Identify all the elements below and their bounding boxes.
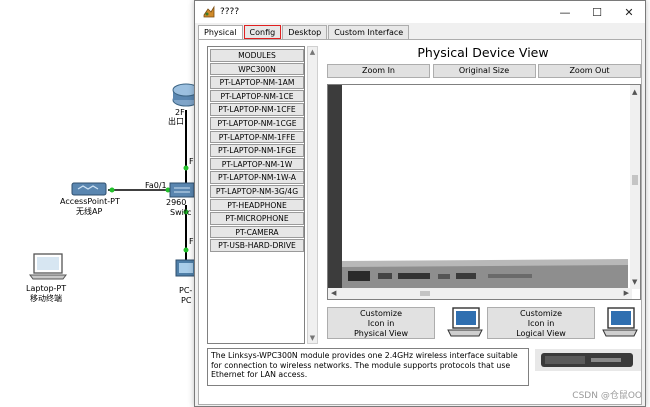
tab-physical[interactable]: Physical — [198, 25, 243, 39]
chevron-down-icon[interactable]: ▼ — [308, 333, 317, 343]
viewer-horizontal-scrollbar[interactable]: ◀ ▶ — [328, 288, 632, 299]
device-window: ???? — ☐ ✕ Physical Config Desktop Custo… — [194, 0, 646, 407]
access-point-icon — [71, 182, 107, 196]
module-item[interactable]: PT-CAMERA — [210, 225, 304, 239]
laptop-label: Laptop-PT — [26, 284, 67, 293]
tab-desktop[interactable]: Desktop — [282, 25, 328, 39]
close-button[interactable]: ✕ — [613, 1, 645, 23]
module-list: MODULES WPC300N PT-LAPTOP-NM-1AM PT-LAPT… — [207, 46, 305, 344]
physical-device-view-title: Physical Device View — [417, 45, 549, 60]
port-label-lower: F — [189, 237, 194, 246]
chevron-up-icon[interactable]: ▲ — [632, 87, 637, 97]
module-item[interactable]: WPC300N — [210, 62, 304, 76]
module-item[interactable]: PT-LAPTOP-NM-1CE — [210, 89, 304, 103]
switch-icon — [169, 182, 195, 198]
module-item[interactable]: PT-LAPTOP-NM-1W-A — [210, 171, 304, 184]
customize-logical-line-2: Icon in — [527, 319, 555, 328]
chevron-up-icon[interactable]: ▲ — [308, 47, 317, 57]
tab-config[interactable]: Config — [243, 25, 282, 39]
link-label: Fa0/1 — [145, 181, 167, 190]
module-description: The Linksys-WPC300N module provides one … — [207, 348, 529, 386]
pc-sublabel: PC — [181, 296, 192, 305]
tab-custom-interface[interactable]: Custom Interface — [328, 25, 410, 39]
module-item[interactable]: PT-HEADPHONE — [210, 198, 304, 212]
window-title: ???? — [220, 7, 240, 17]
chevron-down-icon[interactable]: ▼ — [632, 277, 637, 287]
laptop-topology-icon — [29, 253, 67, 280]
title-bar[interactable]: ???? — ☐ ✕ — [195, 1, 645, 23]
device-viewer[interactable]: ▲ ▼ ◀ ▶ — [327, 84, 641, 300]
switch-label: 2960 — [166, 198, 187, 207]
minimize-button[interactable]: — — [549, 1, 581, 23]
laptop-physical-image — [328, 85, 632, 289]
customize-physical-line-3: Physical View — [353, 329, 409, 338]
ap-label: AccessPoint-PT — [60, 197, 120, 206]
module-item[interactable]: PT-MICROPHONE — [210, 212, 304, 225]
chevron-right-icon[interactable]: ▶ — [624, 288, 629, 298]
app-icon — [203, 5, 215, 18]
customize-logical-line-3: Logical View — [516, 329, 566, 338]
switch-sublabel: Switc — [170, 208, 192, 217]
original-size-button[interactable]: Original Size — [432, 64, 536, 78]
port-label-upper: F — [189, 157, 194, 166]
pc-label: PC- — [179, 286, 193, 295]
zoom-controls: Zoom In Original Size Zoom Out — [327, 64, 641, 78]
module-item[interactable]: PT-LAPTOP-NM-1AM — [210, 76, 304, 89]
maximize-button[interactable]: ☐ — [581, 1, 613, 23]
tab-bar: Physical Config Desktop Custom Interface — [198, 24, 410, 39]
watermark: CSDN @仓鼠OO — [572, 391, 642, 401]
module-list-scrollbar[interactable]: ▲ ▼ — [307, 46, 318, 344]
customize-physical-line-2: Icon in — [367, 319, 395, 328]
module-item[interactable]: PT-LAPTOP-NM-1W — [210, 157, 304, 171]
chevron-left-icon[interactable]: ◀ — [331, 288, 336, 298]
module-item[interactable]: PT-LAPTOP-NM-1CFE — [210, 103, 304, 116]
ap-sublabel: 无线AP — [76, 207, 103, 216]
module-item[interactable]: PT-LAPTOP-NM-3G/4G — [210, 184, 304, 198]
laptop-sublabel: 移动终端 — [30, 294, 62, 303]
scroll-thumb[interactable] — [420, 291, 430, 296]
module-item[interactable]: PT-LAPTOP-NM-1CGE — [210, 116, 304, 130]
module-item[interactable]: PT-USB-HARD-DRIVE — [210, 239, 304, 252]
router-sublabel: 出口 — [168, 117, 184, 126]
zoom-out-button[interactable]: Zoom Out — [538, 64, 641, 78]
zoom-in-button[interactable]: Zoom In — [327, 64, 430, 78]
customize-physical-line-1: Customize — [360, 309, 402, 318]
module-image — [535, 349, 641, 371]
laptop-physical-icon — [447, 307, 483, 337]
customize-logical-line-1: Customize — [520, 309, 562, 318]
pc-icon — [175, 259, 197, 277]
customize-logical-view-button[interactable]: Customize Icon in Logical View — [487, 307, 595, 339]
customize-physical-view-button[interactable]: Customize Icon in Physical View — [327, 307, 435, 339]
module-item[interactable]: PT-LAPTOP-NM-1FFE — [210, 130, 304, 144]
laptop-logical-icon — [602, 307, 638, 337]
module-item[interactable]: PT-LAPTOP-NM-1FGE — [210, 144, 304, 157]
viewer-vertical-scrollbar[interactable]: ▲ ▼ — [630, 85, 640, 289]
modules-header: MODULES — [210, 49, 304, 62]
scroll-thumb[interactable] — [632, 175, 638, 185]
physical-tab-panel: MODULES WPC300N PT-LAPTOP-NM-1AM PT-LAPT… — [198, 39, 642, 405]
